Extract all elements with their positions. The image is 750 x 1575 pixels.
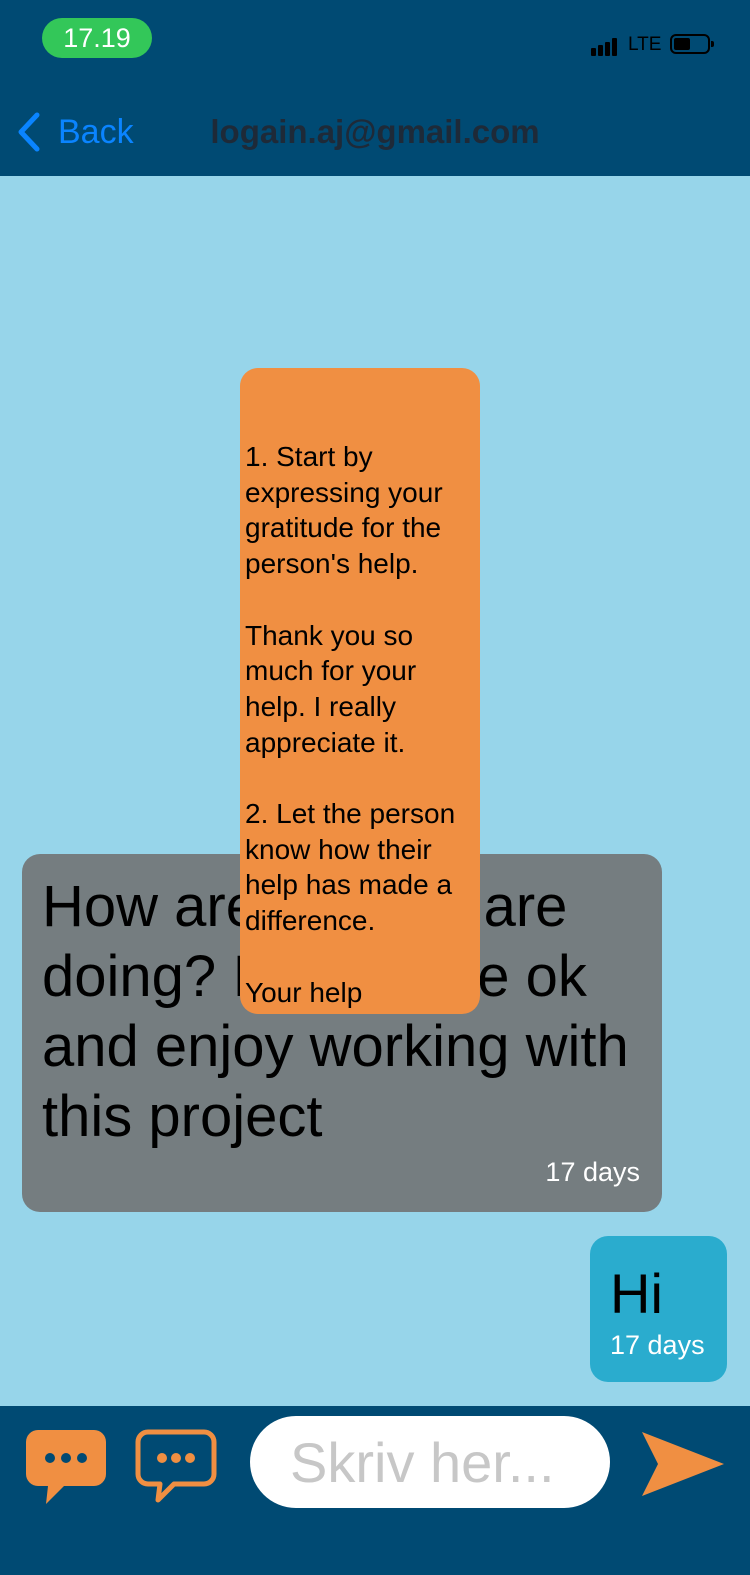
status-time: 17.19: [42, 18, 152, 58]
suggestion-popup[interactable]: 1. Start by expressing your gratitude fo…: [240, 368, 480, 1014]
status-bar: 17.19 LTE: [0, 0, 750, 88]
chat-bubble-outline-icon: [135, 1429, 217, 1503]
nav-bar: Back logain.aj@gmail.com: [0, 88, 750, 176]
battery-icon: [670, 34, 714, 54]
sent-message-text: Hi: [610, 1262, 663, 1325]
sent-message-bubble[interactable]: Hi 17 days: [590, 1236, 727, 1382]
suggestion-text: 1. Start by expressing your gratitude fo…: [245, 441, 456, 1008]
received-message-time: 17 days: [545, 1157, 640, 1187]
network-label: LTE: [628, 34, 662, 55]
conversation-title: logain.aj@gmail.com: [210, 113, 540, 150]
message-input[interactable]: [250, 1416, 610, 1508]
chat-bubble-filled-icon: [26, 1430, 106, 1504]
chevron-left-icon: [18, 112, 40, 152]
input-bar: [0, 1406, 750, 1575]
chat-suggestions-button[interactable]: [24, 1426, 108, 1506]
sent-message-time: 17 days: [610, 1330, 705, 1360]
back-label: Back: [58, 112, 134, 151]
send-arrow-icon: [642, 1432, 724, 1496]
send-button[interactable]: [640, 1430, 726, 1498]
back-button[interactable]: Back: [16, 110, 134, 154]
chat-area[interactable]: How are are doing? I re ok and enjoy wor…: [0, 176, 750, 1406]
signal-icon: [591, 34, 625, 56]
chat-toggle-button[interactable]: [134, 1426, 218, 1506]
